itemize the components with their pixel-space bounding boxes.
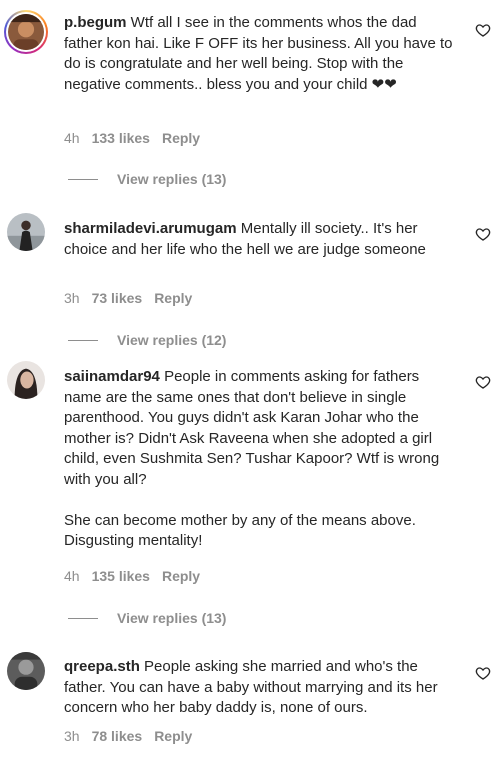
heart-icon[interactable] xyxy=(475,665,491,681)
avatar[interactable] xyxy=(7,213,45,251)
comment-time: 4h xyxy=(64,130,80,146)
comment-likes[interactable]: 78 likes xyxy=(92,728,143,744)
comment-meta: 4h 133 likes Reply xyxy=(64,130,212,146)
comment-meta: 4h 135 likes Reply xyxy=(64,568,212,584)
view-replies-button[interactable]: View replies (12) xyxy=(68,332,226,348)
comment-text: sharmiladevi.arumugam Mentally ill socie… xyxy=(64,219,456,260)
comment-username[interactable]: sharmiladevi.arumugam xyxy=(64,220,237,237)
comment-text: qreepa.sth People asking she married and… xyxy=(64,657,456,719)
view-replies-label: View replies (12) xyxy=(117,332,227,348)
heart-icon[interactable] xyxy=(475,226,491,242)
comment-likes[interactable]: 135 likes xyxy=(92,568,150,584)
heart-icon[interactable] xyxy=(475,374,491,390)
divider xyxy=(68,617,98,619)
view-replies-label: View replies (13) xyxy=(117,171,227,187)
comment-likes[interactable]: 73 likes xyxy=(92,290,143,306)
comment-time: 3h xyxy=(64,290,80,306)
divider xyxy=(68,339,98,341)
comment-time: 3h xyxy=(64,728,80,744)
comment-meta: 3h 78 likes Reply xyxy=(64,728,204,744)
reply-button[interactable]: Reply xyxy=(154,290,192,306)
comment-text: p.begum Wtf all I see in the comments wh… xyxy=(64,13,456,95)
reply-button[interactable]: Reply xyxy=(154,728,192,744)
heart-icon[interactable] xyxy=(475,22,491,38)
comment-meta: 3h 73 likes Reply xyxy=(64,290,204,306)
reply-button[interactable]: Reply xyxy=(162,130,200,146)
comment-username[interactable]: p.begum xyxy=(64,14,127,31)
avatar[interactable] xyxy=(4,10,48,54)
view-replies-button[interactable]: View replies (13) xyxy=(68,610,226,626)
reply-button[interactable]: Reply xyxy=(162,568,200,584)
comment-text: saiinamdar94 People in comments asking f… xyxy=(64,367,456,552)
avatar[interactable] xyxy=(7,652,45,690)
avatar[interactable] xyxy=(7,361,45,399)
comment-time: 4h xyxy=(64,568,80,584)
comment-likes[interactable]: 133 likes xyxy=(92,130,150,146)
comment-username[interactable]: qreepa.sth xyxy=(64,658,140,675)
view-replies-button[interactable]: View replies (13) xyxy=(68,171,226,187)
divider xyxy=(68,178,98,180)
comment-body: People in comments asking for fathers na… xyxy=(64,368,440,549)
comment-username[interactable]: saiinamdar94 xyxy=(64,368,160,385)
view-replies-label: View replies (13) xyxy=(117,610,227,626)
